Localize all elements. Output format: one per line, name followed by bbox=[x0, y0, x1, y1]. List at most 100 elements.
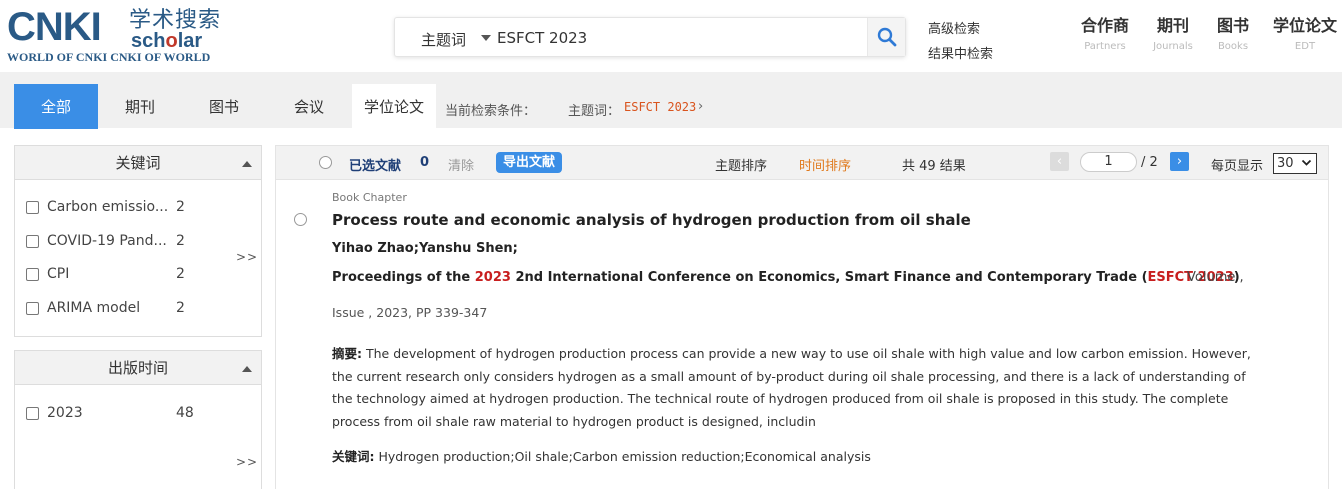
header: CNKI 学术搜索 scholar WORLD OF CNKI CNKI OF … bbox=[0, 0, 1342, 72]
facet-item[interactable]: CPI bbox=[26, 266, 69, 282]
per-page-label: 每页显示 bbox=[1211, 159, 1264, 174]
result-keywords: 关键词: Hydrogen production;Oil shale;Carbo… bbox=[332, 446, 871, 465]
facet-item-label: CPI bbox=[47, 266, 70, 282]
source-mid: 2nd International Conference on Economic… bbox=[510, 270, 1148, 285]
selected-count: 0 bbox=[420, 155, 430, 170]
logo-scholar: scholar bbox=[131, 31, 202, 51]
logo-scholar-post: lar bbox=[177, 30, 203, 52]
tab-thesis[interactable]: 学位论文 bbox=[352, 84, 436, 129]
per-page-select[interactable]: 30 bbox=[1273, 153, 1317, 174]
facet-year-more[interactable]: >> bbox=[236, 455, 258, 469]
result-authors[interactable]: Yihao Zhao;Yanshu Shen; bbox=[332, 241, 518, 256]
facet-item-count: 2 bbox=[176, 233, 185, 249]
nav-edt-label: 学位论文 bbox=[1272, 16, 1337, 35]
nav-partners-sub: Partners bbox=[1084, 41, 1126, 52]
search-condition-value[interactable]: ESFCT 2023 bbox=[624, 100, 696, 114]
checkbox[interactable] bbox=[26, 234, 39, 248]
facet-item-count: 2 bbox=[176, 199, 185, 215]
search-field-select[interactable]: 主题词 bbox=[421, 29, 466, 50]
search-box: 主题词 ESFCT 2023 bbox=[394, 17, 906, 57]
search-within-results-link[interactable]: 结果中检索 bbox=[928, 43, 993, 62]
total-pages: / 2 bbox=[1141, 155, 1158, 170]
advanced-search-link[interactable]: 高级检索 bbox=[928, 18, 980, 37]
facet-keywords-title: 关键词 bbox=[115, 154, 161, 172]
facet-keywords-more[interactable]: >> bbox=[236, 250, 258, 264]
tab-journals[interactable]: 期刊 bbox=[98, 84, 182, 129]
search-condition-field: 主题词： bbox=[568, 104, 621, 119]
checkbox[interactable] bbox=[26, 301, 39, 315]
nav-journals-label: 期刊 bbox=[1156, 16, 1189, 35]
page-input[interactable]: 1 bbox=[1080, 152, 1137, 172]
source-highlight-year: 2023 bbox=[474, 270, 511, 285]
facet-item-label: ARIMA model bbox=[47, 300, 141, 316]
facet-item-count: 2 bbox=[176, 266, 185, 282]
keywords-label: 关键词: bbox=[332, 449, 375, 464]
collapse-icon[interactable] bbox=[242, 366, 252, 372]
checkbox[interactable] bbox=[26, 406, 39, 420]
search-button[interactable] bbox=[867, 18, 905, 56]
abstract-text: The development of hydrogen production p… bbox=[332, 346, 1251, 429]
search-icon bbox=[877, 27, 897, 47]
tab-conference[interactable]: 会议 bbox=[266, 84, 352, 129]
facet-item[interactable]: Carbon emissio... bbox=[26, 199, 168, 215]
facet-item[interactable]: 2023 bbox=[26, 405, 83, 421]
sort-topic[interactable]: 主题排序 bbox=[715, 155, 767, 174]
chevron-down-icon bbox=[1301, 159, 1312, 166]
nav-journals-sub: Journals bbox=[1153, 41, 1193, 52]
checkbox[interactable] bbox=[26, 267, 39, 281]
logo-main: CNKI bbox=[7, 5, 102, 49]
facet-keywords: 关键词 Carbon emissio... 2 COVID-19 Pand...… bbox=[14, 145, 262, 337]
result-item: Book Chapter Process route and economic … bbox=[275, 180, 1329, 489]
nav-books[interactable]: 图书 Books bbox=[1212, 12, 1254, 52]
facet-year-header[interactable]: 出版时间 bbox=[15, 351, 261, 385]
result-volume: Volume , bbox=[1187, 270, 1244, 285]
source-pre: Proceedings of the bbox=[332, 270, 475, 285]
collapse-icon[interactable] bbox=[242, 161, 252, 167]
keywords-text[interactable]: Hydrogen production;Oil shale;Carbon emi… bbox=[375, 449, 870, 464]
clear-button[interactable]: 清除 bbox=[448, 155, 474, 174]
result-issue: Issue , 2023, PP 339-347 bbox=[332, 305, 488, 320]
total-results: 共 49 结果 bbox=[902, 159, 966, 174]
export-button[interactable]: 导出文献 bbox=[496, 152, 562, 173]
result-title[interactable]: Process route and economic analysis of h… bbox=[332, 211, 971, 229]
category-tabs: 全部 期刊 图书 会议 学位论文 当前检索条件： 主题词： ESFCT 2023… bbox=[0, 72, 1342, 129]
result-abstract: 摘要: The development of hydrogen producti… bbox=[332, 343, 1252, 433]
facet-year: 出版时间 2023 48 >> bbox=[14, 350, 262, 489]
nav-edt-sub: EDT bbox=[1294, 41, 1316, 52]
logo-scholar-pre: sch bbox=[131, 30, 166, 52]
selected-label: 已选文献 bbox=[349, 159, 402, 174]
result-select-radio[interactable] bbox=[294, 213, 307, 226]
checkbox[interactable] bbox=[26, 200, 39, 214]
cnki-scholar-logo[interactable]: CNKI 学术搜索 scholar WORLD OF CNKI CNKI OF … bbox=[7, 5, 227, 64]
result-type: Book Chapter bbox=[332, 191, 407, 204]
nav-partners-label: 合作商 bbox=[1080, 16, 1129, 35]
facet-item[interactable]: COVID-19 Pand... bbox=[26, 233, 167, 249]
facet-item-label: 2023 bbox=[47, 405, 83, 421]
facet-item-label: Carbon emissio... bbox=[47, 199, 169, 215]
nav-books-sub: Books bbox=[1217, 41, 1249, 52]
caret-down-icon[interactable] bbox=[481, 35, 491, 41]
facet-item-count: 2 bbox=[176, 300, 185, 316]
facet-item-count: 48 bbox=[176, 405, 194, 421]
logo-scholar-o: o bbox=[165, 30, 178, 52]
chevron-right-icon[interactable]: › bbox=[698, 99, 703, 114]
nav-journals[interactable]: 期刊 Journals bbox=[1152, 12, 1194, 52]
facet-item-label: COVID-19 Pand... bbox=[47, 233, 167, 249]
prev-page-button[interactable]: ‹ bbox=[1050, 152, 1069, 171]
nav-books-label: 图书 bbox=[1216, 16, 1249, 35]
facet-keywords-header[interactable]: 关键词 bbox=[15, 146, 261, 180]
results-toolbar: 已选文献 0 清除 导出文献 主题排序 时间排序 共 49 结果 ‹ 1 / 2… bbox=[275, 145, 1329, 180]
facet-year-title: 出版时间 bbox=[107, 359, 168, 377]
next-page-button[interactable]: › bbox=[1170, 152, 1189, 171]
sort-time[interactable]: 时间排序 bbox=[799, 155, 851, 174]
nav-edt[interactable]: 学位论文 EDT bbox=[1270, 12, 1340, 52]
tab-books[interactable]: 图书 bbox=[182, 84, 266, 129]
result-source[interactable]: Proceedings of the 2023 2nd Internationa… bbox=[332, 270, 1240, 285]
per-page-value: 30 bbox=[1277, 156, 1294, 171]
search-input[interactable]: ESFCT 2023 bbox=[497, 29, 587, 47]
facet-item[interactable]: ARIMA model bbox=[26, 300, 140, 316]
abstract-label: 摘要: bbox=[332, 346, 362, 361]
nav-partners[interactable]: 合作商 Partners bbox=[1078, 12, 1132, 52]
tab-all[interactable]: 全部 bbox=[14, 84, 98, 129]
select-all-radio[interactable] bbox=[319, 156, 332, 169]
